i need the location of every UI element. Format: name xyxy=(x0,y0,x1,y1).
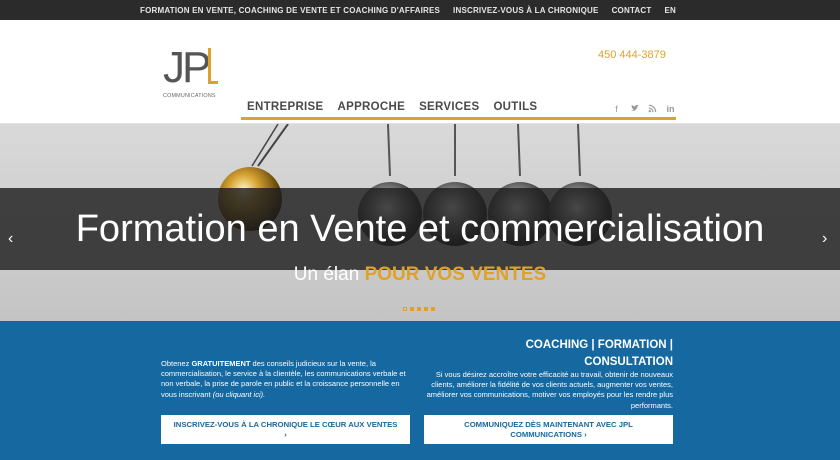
chronique-text-bold: GRATUITEMENT xyxy=(191,359,251,368)
nav-underline xyxy=(241,117,676,120)
slider-dot-1[interactable] xyxy=(403,307,407,311)
chronique-text-italic[interactable]: (ou cliquant ici). xyxy=(213,390,266,399)
slider-dot-3[interactable] xyxy=(417,307,421,311)
hero-subtitle: Un élan POUR VOS VENTES xyxy=(0,264,840,286)
social-links: f in xyxy=(612,104,675,114)
services-heading: COACHING | FORMATION | CONSULTATION xyxy=(425,337,673,371)
chronique-description: Obtenez GRATUITEMENT des conseils judici… xyxy=(161,359,406,400)
main-nav: ENTREPRISE APPROCHE SERVICES OUTILS xyxy=(247,101,537,113)
slider-dot-4[interactable] xyxy=(424,307,428,311)
phone-number[interactable]: 450 444-3879 xyxy=(598,49,666,61)
rss-icon[interactable] xyxy=(648,104,657,114)
nav-entreprise[interactable]: ENTREPRISE xyxy=(247,101,324,113)
contact-jpl-label: COMMUNIQUEZ DÈS MAINTENANT AVEC JPL COMM… xyxy=(464,419,633,439)
top-nav: FORMATION EN VENTE, COACHING DE VENTE ET… xyxy=(140,0,676,20)
hero-subtitle-highlight: POUR VOS VENTES xyxy=(364,264,547,285)
jpl-logo-mark: JP xyxy=(163,43,218,92)
topnav-language-link[interactable]: EN xyxy=(664,6,676,15)
slider-dots xyxy=(403,307,435,311)
topnav-chronique-link[interactable]: INSCRIVEZ-VOUS À LA CHRONIQUE xyxy=(453,6,599,15)
topnav-contact-link[interactable]: CONTACT xyxy=(612,6,652,15)
subscribe-chronique-button[interactable]: INSCRIVEZ-VOUS À LA CHRONIQUE LE CŒUR AU… xyxy=(161,415,410,444)
services-description: Si vous désirez accroître votre efficaci… xyxy=(426,370,673,410)
slider-next-arrow[interactable]: › xyxy=(822,230,827,248)
top-bar: FORMATION EN VENTE, COACHING DE VENTE ET… xyxy=(0,0,840,20)
hero-slider: Formation en Vente et commercialisation … xyxy=(0,124,840,321)
hero-subtitle-plain: Un élan xyxy=(293,264,360,285)
facebook-icon[interactable]: f xyxy=(612,104,621,114)
topnav-formation-link[interactable]: FORMATION EN VENTE, COACHING DE VENTE ET… xyxy=(140,6,440,15)
nav-approche[interactable]: APPROCHE xyxy=(338,101,406,113)
contact-jpl-button[interactable]: COMMUNIQUEZ DÈS MAINTENANT AVEC JPL COMM… xyxy=(424,415,673,444)
hero-title: Formation en Vente et commercialisation xyxy=(75,208,765,250)
jpl-logo[interactable]: JP COMMUNICATIONS xyxy=(163,42,223,104)
twitter-icon[interactable] xyxy=(630,104,639,114)
services-heading-line2: CONSULTATION xyxy=(584,356,673,368)
nav-outils[interactable]: OUTILS xyxy=(493,101,537,113)
chronique-text-pre: Obtenez xyxy=(161,359,192,368)
subscribe-chronique-label: INSCRIVEZ-VOUS À LA CHRONIQUE LE CŒUR AU… xyxy=(173,419,398,439)
site-header: JP COMMUNICATIONS 450 444-3879 ENTREPRIS… xyxy=(0,20,840,124)
cta-section: Obtenez GRATUITEMENT des conseils judici… xyxy=(0,321,840,460)
slider-prev-arrow[interactable]: ‹ xyxy=(8,230,13,248)
svg-text:JP: JP xyxy=(163,43,210,92)
linkedin-icon[interactable]: in xyxy=(666,104,675,114)
slider-dot-2[interactable] xyxy=(410,307,414,311)
slider-dot-5[interactable] xyxy=(431,307,435,311)
logo-subtitle: COMMUNICATIONS xyxy=(163,93,216,99)
services-heading-line1: COACHING | FORMATION | xyxy=(525,339,673,351)
nav-services[interactable]: SERVICES xyxy=(419,101,479,113)
